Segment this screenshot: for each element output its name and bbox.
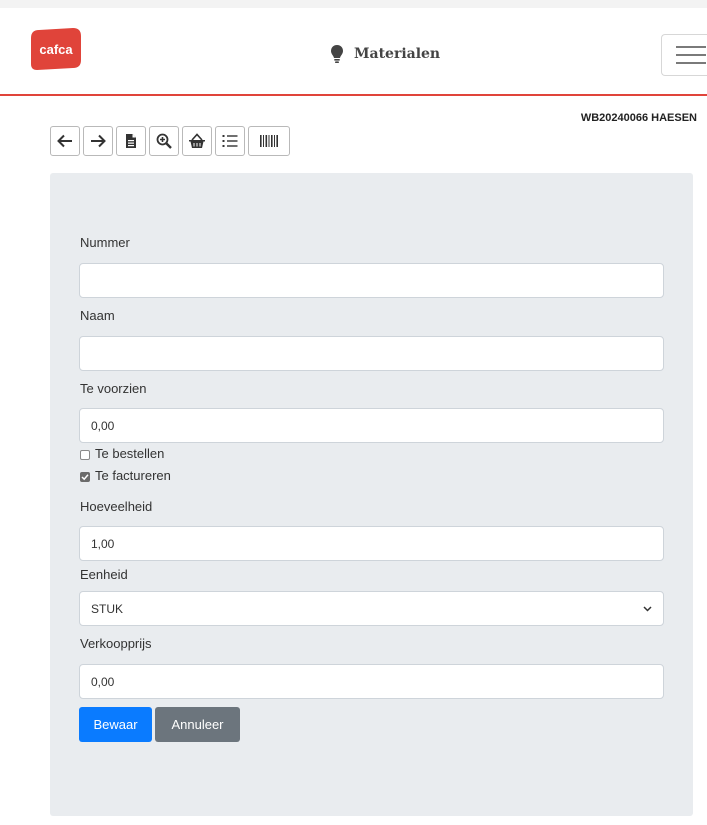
back-button[interactable] <box>50 126 80 156</box>
job-id: WB20240066 HAESEN <box>580 112 697 124</box>
menu-toggle-button[interactable] <box>661 34 707 76</box>
document-icon <box>126 134 136 148</box>
barcode-icon <box>260 135 278 147</box>
basket-icon <box>189 133 205 148</box>
te-bestellen-row[interactable]: Te bestellen <box>80 446 164 461</box>
verkoopprijs-label: Verkoopprijs <box>80 636 152 651</box>
eenheid-selected-value: STUK <box>91 601 124 616</box>
toolbar <box>50 126 290 156</box>
nummer-label: Nummer <box>80 235 130 250</box>
te-factureren-row[interactable]: Te factureren <box>80 468 171 483</box>
chevron-down-icon <box>643 605 652 612</box>
te-bestellen-label: Te bestellen <box>95 446 165 461</box>
arrow-right-icon <box>91 134 106 148</box>
verkoopprijs-field[interactable]: 0,00 <box>79 664 664 699</box>
arrow-left-icon <box>57 134 72 148</box>
basket-button[interactable] <box>182 126 212 156</box>
hoeveelheid-field[interactable]: 1,00 <box>79 526 664 561</box>
eenheid-label: Eenheid <box>80 567 128 582</box>
te-voorzien-field[interactable]: 0,00 <box>79 408 664 443</box>
cafca-logo[interactable]: cafca <box>27 26 83 72</box>
material-form: Nummer Naam Te voorzien 0,00 Te bestelle… <box>50 173 693 816</box>
te-bestellen-checkbox[interactable] <box>80 450 90 460</box>
document-button[interactable] <box>116 126 146 156</box>
lightbulb-icon <box>330 44 344 64</box>
checkmark-icon <box>81 474 89 481</box>
barcode-button[interactable] <box>248 126 290 156</box>
te-voorzien-label: Te voorzien <box>80 381 147 396</box>
hamburger-icon <box>676 46 706 48</box>
naam-label: Naam <box>80 308 115 323</box>
te-factureren-checkbox[interactable] <box>80 472 90 482</box>
forward-button[interactable] <box>83 126 113 156</box>
naam-field[interactable] <box>79 336 664 371</box>
hoeveelheid-label: Hoeveelheid <box>80 499 153 514</box>
zoom-in-button[interactable] <box>149 126 179 156</box>
page-title-text: Materialen <box>354 46 441 62</box>
list-icon <box>222 135 238 147</box>
nummer-field[interactable] <box>79 263 664 298</box>
app-header: cafca Materialen <box>0 8 707 96</box>
save-button[interactable]: Bewaar <box>79 707 152 742</box>
list-button[interactable] <box>215 126 245 156</box>
page-title: Materialen <box>330 42 440 66</box>
eenheid-select[interactable]: STUK <box>79 591 664 626</box>
svg-text:cafca: cafca <box>39 42 73 57</box>
te-factureren-label: Te factureren <box>95 468 171 483</box>
top-strip <box>0 0 707 8</box>
cancel-button[interactable]: Annuleer <box>155 707 240 742</box>
zoom-in-icon <box>156 133 172 149</box>
